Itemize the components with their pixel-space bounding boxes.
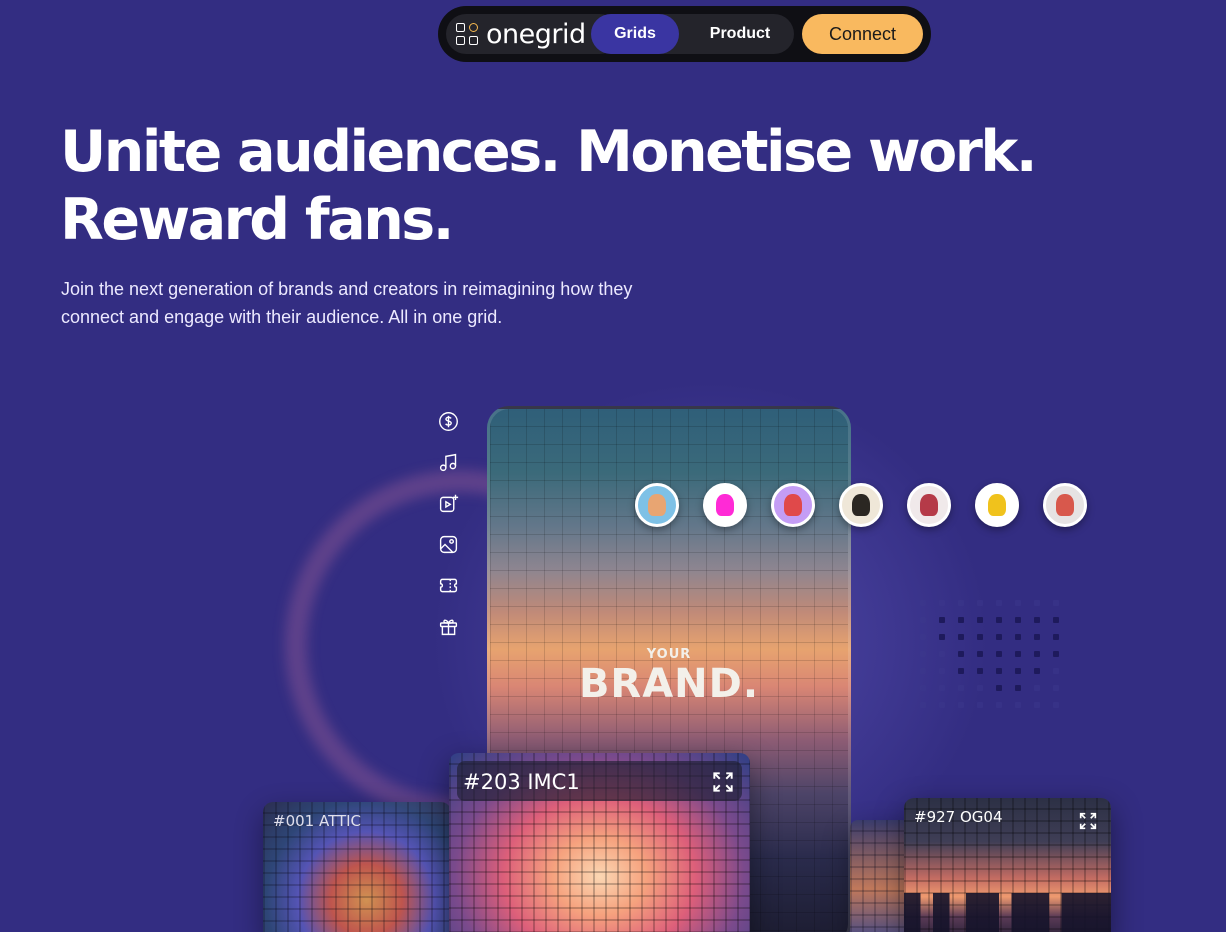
avatar-face-icon: [1056, 494, 1074, 516]
video-add-icon[interactable]: [437, 492, 459, 514]
fan-avatar[interactable]: [771, 483, 815, 527]
ticket-icon[interactable]: [437, 574, 459, 596]
avatar-face-icon: [920, 494, 938, 516]
fan-avatar[interactable]: [635, 483, 679, 527]
avatar-face-icon: [988, 494, 1006, 516]
card-label: #203 IMC1: [463, 770, 580, 794]
nav-tab-product[interactable]: Product: [690, 14, 790, 54]
nft-card-imc1[interactable]: #203 IMC1: [449, 753, 750, 932]
fan-avatar-row: [635, 483, 1087, 527]
nav-tab-grids[interactable]: Grids: [591, 14, 679, 54]
fan-avatar[interactable]: [839, 483, 883, 527]
gift-icon[interactable]: [437, 615, 459, 637]
avatar-face-icon: [784, 494, 802, 516]
nft-card-partial: [850, 820, 910, 932]
music-note-icon[interactable]: [437, 451, 459, 473]
dot-pattern: [920, 600, 1061, 708]
grid-logo-icon: [456, 23, 478, 45]
avatar-face-icon: [852, 494, 870, 516]
avatar-face-icon: [716, 494, 734, 516]
hero-subheading: Join the next generation of brands and c…: [61, 275, 711, 331]
subhead-line-2: connect and engage with their audience. …: [61, 307, 503, 327]
brand-caption-large: BRAND.: [578, 661, 760, 707]
headline-line-1: Unite audiences. Monetise work.: [60, 119, 1037, 185]
logo-text: onegrid: [486, 18, 586, 50]
expand-icon[interactable]: [1077, 810, 1099, 832]
fan-avatar[interactable]: [907, 483, 951, 527]
image-icon[interactable]: [437, 533, 459, 555]
hero-headline: Unite audiences. Monetise work. Reward f…: [60, 118, 1160, 254]
fan-avatar[interactable]: [1043, 483, 1087, 527]
fan-avatar[interactable]: [703, 483, 747, 527]
card-label: #001 ATTIC: [273, 812, 362, 830]
nft-card-attic[interactable]: #001 ATTIC: [263, 802, 451, 932]
headline-line-2: Reward fans.: [60, 187, 454, 253]
dollar-coin-icon[interactable]: [437, 410, 459, 432]
feature-toolbar: [437, 410, 461, 637]
subhead-line-1: Join the next generation of brands and c…: [61, 279, 633, 299]
avatar-face-icon: [648, 494, 666, 516]
expand-icon[interactable]: [710, 769, 736, 795]
card-label: #927 OG04: [914, 808, 1003, 826]
top-navigation: onegrid Grids Product Connect: [438, 6, 931, 62]
brand-caption-small: YOUR: [646, 647, 692, 662]
fan-avatar[interactable]: [975, 483, 1019, 527]
city-skyline: [904, 893, 1111, 932]
connect-button[interactable]: Connect: [802, 14, 923, 54]
nft-card-og04[interactable]: #927 OG04: [904, 798, 1111, 932]
